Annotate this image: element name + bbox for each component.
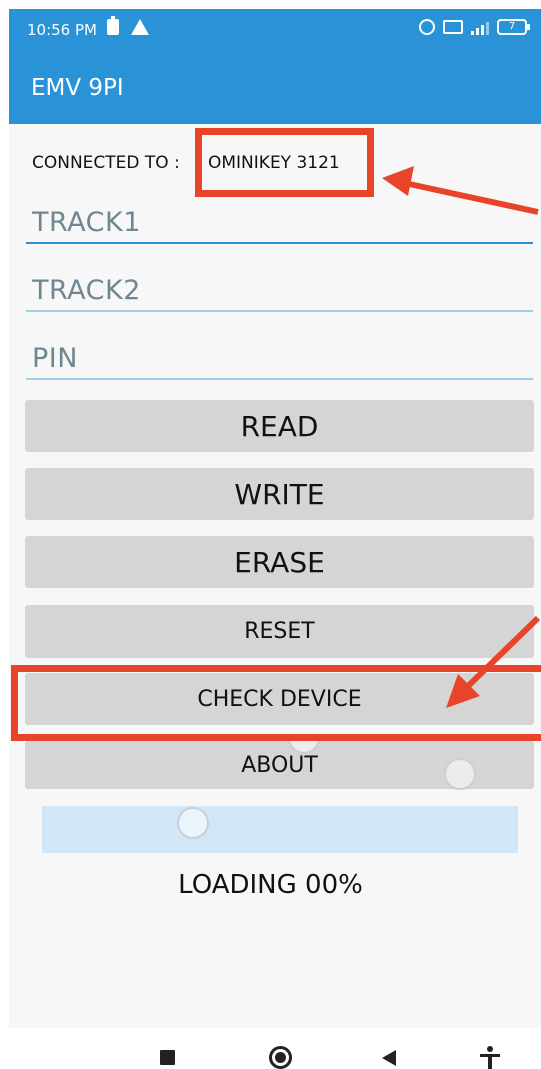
erase-button[interactable]: ERASE [25, 536, 534, 588]
touch-indicator [444, 758, 476, 790]
status-bar: 10:56 PM 7 [9, 9, 541, 51]
touch-indicator [177, 807, 209, 839]
recent-apps-icon[interactable] [160, 1050, 175, 1065]
write-button[interactable]: WRITE [25, 468, 534, 520]
annotation-arrow-device [382, 166, 539, 215]
app-title: EMV 9PI [31, 75, 124, 101]
loading-text: LOADING 00% [178, 870, 363, 900]
status-left-icons [107, 16, 149, 35]
accessibility-icon[interactable] [480, 1046, 500, 1069]
annotation-box-device [195, 128, 374, 197]
loading-progress-bar [42, 806, 518, 853]
track2-field[interactable]: TRACK2 [26, 266, 533, 312]
pin-field[interactable]: PIN [26, 334, 533, 380]
pin-hint: PIN [32, 343, 78, 374]
alarm-icon [419, 19, 435, 35]
warning-icon [131, 19, 149, 35]
track2-hint: TRACK2 [32, 275, 141, 306]
status-time: 10:56 PM [27, 21, 97, 39]
read-button[interactable]: READ [25, 400, 534, 452]
battery-saver-icon [107, 16, 119, 35]
annotation-arrow-check-device [446, 615, 541, 708]
app-bar: EMV 9PI [9, 51, 541, 124]
status-right-icons: 7 [419, 19, 530, 35]
signal-icon [471, 19, 489, 35]
home-icon[interactable] [269, 1046, 292, 1069]
connected-label: CONNECTED TO : [32, 153, 180, 173]
back-icon[interactable] [382, 1050, 396, 1066]
battery-icon: 7 [497, 19, 530, 35]
volte-icon [443, 20, 463, 34]
track1-hint: TRACK1 [32, 207, 141, 238]
